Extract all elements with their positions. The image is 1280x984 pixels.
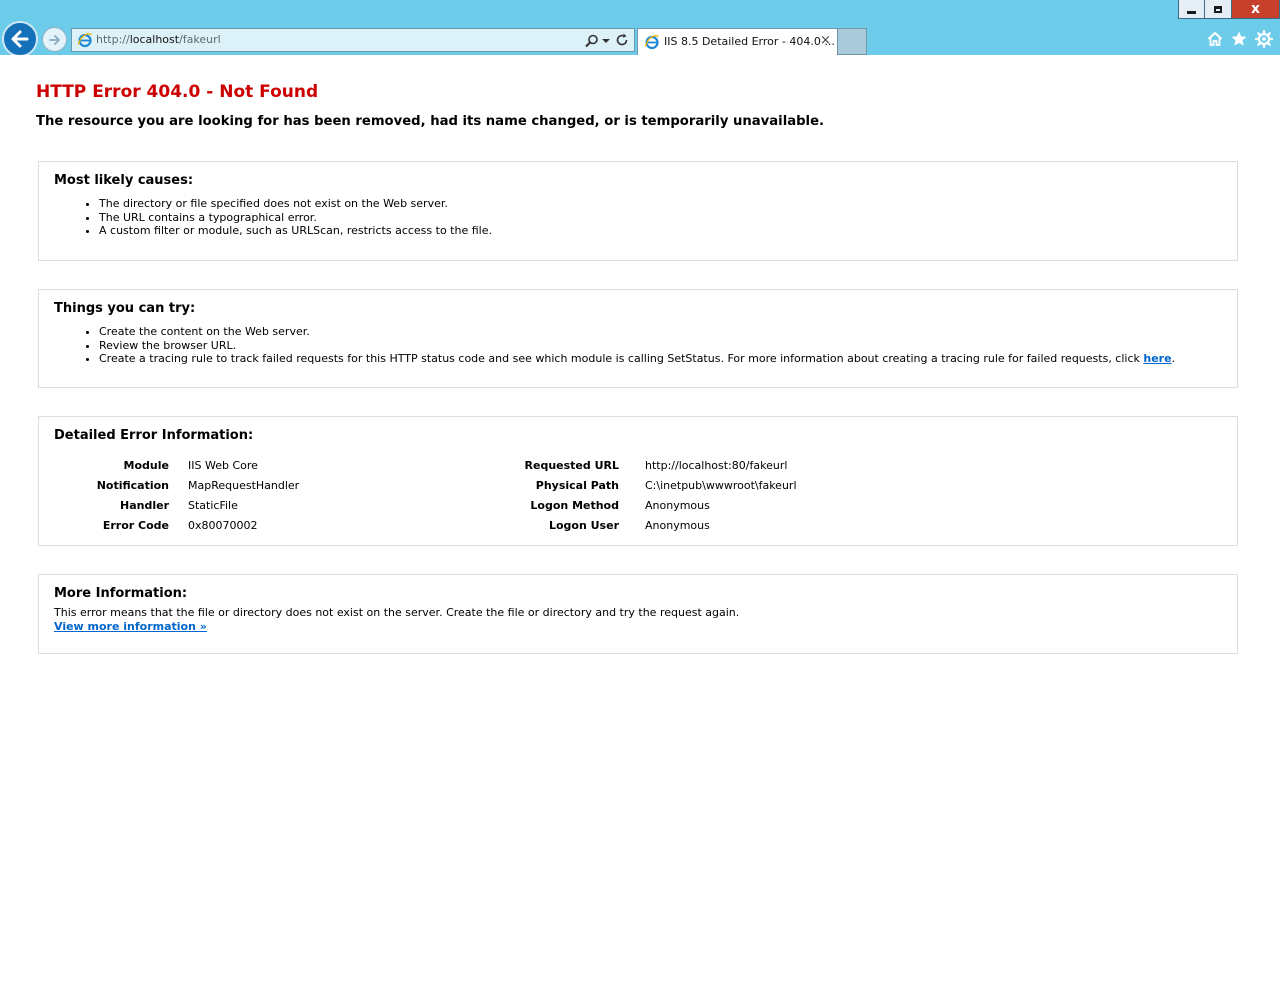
- list-item: Review the browser URL.: [99, 339, 1175, 353]
- page-content: HTTP Error 404.0 - Not Found The resourc…: [0, 55, 1280, 984]
- list-item: The directory or file specified does not…: [99, 197, 492, 211]
- url-scheme: http://: [96, 33, 130, 46]
- search-icon[interactable]: [584, 33, 600, 49]
- detail-value: MapRequestHandler: [188, 478, 300, 492]
- here-link[interactable]: here: [1143, 352, 1171, 365]
- details-heading: Detailed Error Information:: [54, 428, 254, 443]
- table-row: Requested URL http://localhost:80/fakeurl: [509, 455, 797, 475]
- new-tab-button[interactable]: [838, 28, 867, 55]
- detail-key: Logon User: [548, 518, 619, 532]
- refresh-icon[interactable]: [614, 32, 630, 48]
- forward-arrow-icon: [48, 34, 60, 45]
- back-arrow-icon: [11, 30, 29, 48]
- browser-chrome: x http://localhost/fakeurl IIS 8.5 Detai…: [0, 0, 1280, 57]
- table-row: Error Code 0x80070002: [54, 515, 299, 535]
- search-dropdown-icon[interactable]: [602, 39, 610, 43]
- more-text: This error means that the file or direct…: [54, 606, 740, 619]
- close-icon: x: [1250, 1, 1261, 17]
- detail-value: Anonymous: [645, 518, 710, 532]
- back-button[interactable]: [2, 21, 38, 57]
- restore-icon: [1214, 5, 1222, 13]
- things-to-try-section: Things you can try: Create the content o…: [38, 289, 1238, 388]
- causes-section: Most likely causes: The directory or fil…: [38, 161, 1238, 261]
- detail-key: Physical Path: [535, 478, 619, 492]
- favorites-star-icon[interactable]: [1230, 30, 1248, 48]
- details-table-left: Module IIS Web Core Notification MapReques…: [54, 455, 300, 535]
- table-row: Physical Path C:\inetpub\wwwroot\fakeurl: [509, 475, 797, 495]
- causes-heading: Most likely causes:: [54, 173, 194, 188]
- more-information-section: More Information: This error means that …: [38, 574, 1238, 654]
- ie-logo-icon: [644, 35, 660, 50]
- detail-key: Requested URL: [524, 458, 619, 472]
- home-icon[interactable]: [1206, 30, 1224, 48]
- detail-value: StaticFile: [188, 498, 238, 512]
- detail-key: Notification: [96, 478, 169, 492]
- detail-value: Anonymous: [645, 498, 710, 512]
- ie-logo-icon: [77, 33, 93, 48]
- list-item: A custom filter or module, such as URLSc…: [99, 224, 492, 238]
- causes-list: The directory or file specified does not…: [54, 197, 492, 238]
- error-title: HTTP Error 404.0 - Not Found: [36, 82, 319, 102]
- url-path: /fakeurl: [179, 33, 221, 46]
- detail-key: Module: [123, 458, 169, 472]
- detail-value: http://localhost:80/fakeurl: [645, 458, 788, 472]
- try-list: Create the content on the Web server. Re…: [54, 325, 1175, 366]
- detail-value: C:\inetpub\wwwroot\fakeurl: [645, 478, 797, 492]
- window-controls: x: [1178, 0, 1280, 20]
- list-item: Create a tracing rule to track failed re…: [99, 352, 1175, 366]
- tab-active[interactable]: IIS 8.5 Detailed Error - 404.0 ... ×: [637, 28, 838, 55]
- view-more-information-link[interactable]: View more information »: [54, 620, 207, 633]
- url-host: localhost: [129, 33, 180, 46]
- restore-button[interactable]: [1205, 0, 1232, 19]
- detail-key: Logon Method: [530, 498, 619, 512]
- table-row: Logon Method Anonymous: [509, 495, 797, 515]
- detail-value: IIS Web Core: [188, 458, 258, 472]
- gear-icon[interactable]: [1255, 30, 1273, 48]
- sentence-end: .: [1171, 352, 1176, 365]
- table-row: Module IIS Web Core: [54, 455, 299, 475]
- forward-button[interactable]: [42, 27, 67, 52]
- try-heading: Things you can try:: [54, 301, 196, 316]
- error-subtitle: The resource you are looking for has bee…: [36, 114, 825, 129]
- list-item: The URL contains a typographical error.: [99, 211, 492, 225]
- tracing-rule-text: Create a tracing rule to track failed re…: [99, 352, 1144, 365]
- close-window-button[interactable]: x: [1232, 0, 1280, 19]
- address-url[interactable]: http://localhost/fakeurl: [96, 33, 221, 46]
- table-row: Logon User Anonymous: [509, 515, 797, 535]
- tab-close-button[interactable]: ×: [820, 33, 831, 48]
- details-table-right: Requested URL http://localhost:80/fakeurl…: [509, 455, 797, 535]
- minimize-button[interactable]: [1178, 0, 1205, 19]
- detail-key: Handler: [120, 498, 169, 512]
- table-row: Handler StaticFile: [54, 495, 299, 515]
- detail-key: Error Code: [102, 518, 169, 532]
- minimize-icon: [1187, 10, 1196, 14]
- list-item: Create the content on the Web server.: [99, 325, 1175, 339]
- tab-title: IIS 8.5 Detailed Error - 404.0 ...: [664, 35, 835, 48]
- more-heading: More Information:: [54, 586, 188, 601]
- table-row: Notification MapRequestHandler: [54, 475, 300, 495]
- detailed-error-section: Detailed Error Information: Module IIS We…: [38, 416, 1238, 546]
- address-bar[interactable]: http://localhost/fakeurl: [71, 28, 635, 52]
- detail-value: 0x80070002: [188, 518, 258, 532]
